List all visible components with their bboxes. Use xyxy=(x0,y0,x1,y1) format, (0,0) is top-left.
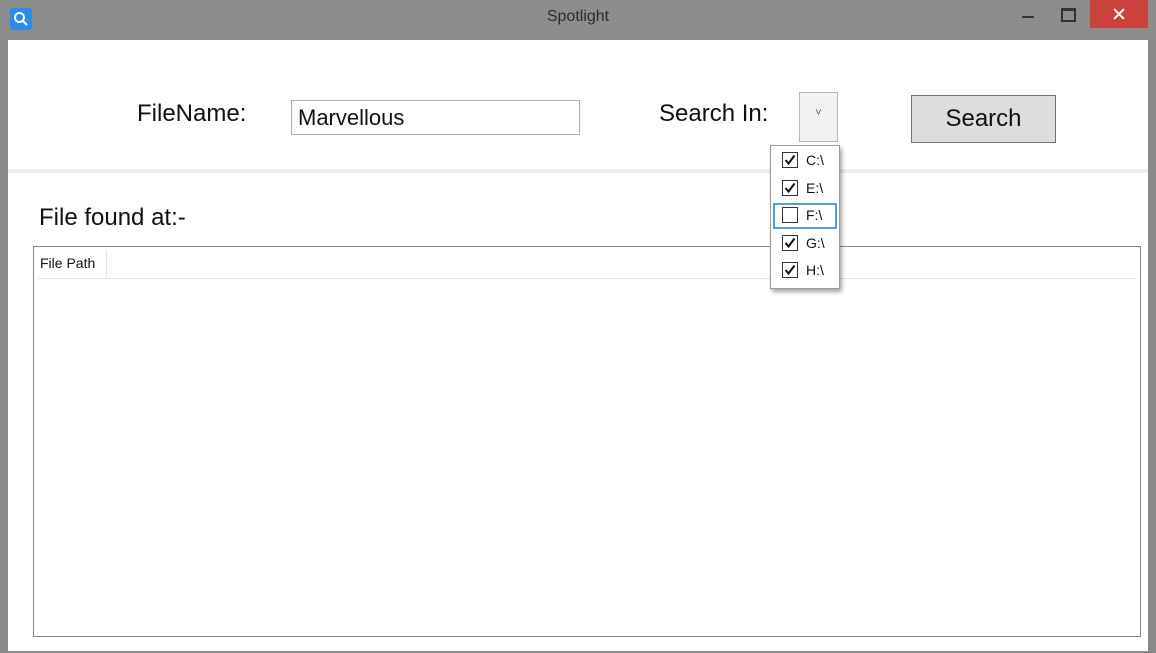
window-title: Spotlight xyxy=(546,8,610,25)
drive-label: E:\ xyxy=(806,180,824,196)
drive-checkbox[interactable] xyxy=(782,207,798,223)
drive-dropdown[interactable]: ˅ xyxy=(799,92,838,142)
grid-header: File Path xyxy=(37,250,1137,279)
drive-checkbox[interactable] xyxy=(782,180,798,196)
drive-label: G:\ xyxy=(806,235,825,251)
search-button[interactable]: Search xyxy=(911,95,1056,143)
maximize-button[interactable] xyxy=(1050,0,1084,30)
drive-checkbox[interactable] xyxy=(782,152,798,168)
drive-checkbox[interactable] xyxy=(782,262,798,278)
window: Spotlight FileName: Search In: ˅ Search … xyxy=(0,0,1156,653)
drive-option[interactable]: H:\ xyxy=(773,258,837,284)
divider xyxy=(8,169,1148,173)
drive-option[interactable]: C:\ xyxy=(773,148,837,174)
results-label: File found at:- xyxy=(39,204,186,231)
filename-input[interactable] xyxy=(291,100,580,135)
drive-checkbox[interactable] xyxy=(782,235,798,251)
title-bar: Spotlight xyxy=(0,0,1156,40)
client-area: FileName: Search In: ˅ Search File found… xyxy=(8,40,1148,651)
close-button[interactable] xyxy=(1090,0,1148,28)
results-grid[interactable]: File Path xyxy=(33,246,1141,637)
column-header-file-path[interactable]: File Path xyxy=(37,250,107,278)
minimize-button[interactable] xyxy=(1010,0,1044,30)
drive-label: F:\ xyxy=(806,207,823,223)
drive-dropdown-list: C:\ E:\ F:\ G:\ H:\ xyxy=(770,145,840,289)
drive-option[interactable]: G:\ xyxy=(773,231,837,257)
drive-option[interactable]: F:\ xyxy=(773,203,837,229)
drive-label: H:\ xyxy=(806,262,824,278)
filename-label: FileName: xyxy=(137,100,247,127)
chevron-down-icon: ˅ xyxy=(815,107,822,119)
search-in-label: Search In: xyxy=(659,100,769,127)
drive-label: C:\ xyxy=(806,152,824,168)
drive-option[interactable]: E:\ xyxy=(773,176,837,202)
